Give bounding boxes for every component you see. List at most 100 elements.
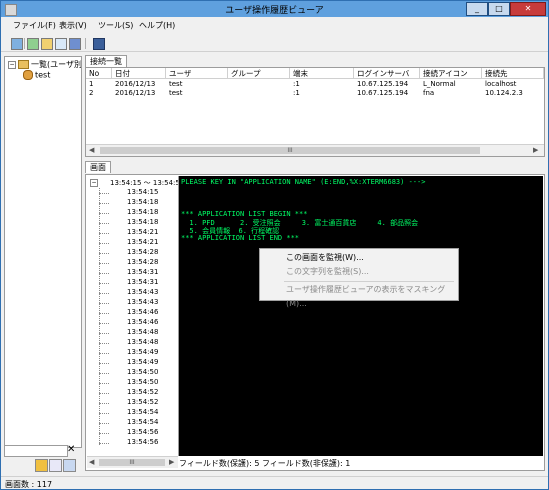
settings-icon[interactable] [69, 38, 81, 50]
time-item[interactable]: 13:54:18 [127, 208, 158, 216]
time-item[interactable]: 13:54:50 [127, 368, 158, 376]
cell-terminal: :1 [293, 89, 300, 97]
maximize-button[interactable]: □ [488, 2, 510, 16]
clear-search-icon[interactable]: ✕ [67, 444, 75, 455]
time-tree-root[interactable]: − 13:54:15 ～ 13:54:56 [90, 178, 179, 188]
tree-connector [99, 243, 109, 244]
minimize-button[interactable]: _ [466, 2, 488, 16]
terminal-line: *** APPLICATION LIST BEGIN *** [181, 210, 308, 218]
column-header-destination[interactable]: 接続先 [482, 68, 544, 79]
close-button[interactable]: ✕ [510, 2, 546, 16]
context-menu-watch-screen[interactable]: この画面を監視(W)... [260, 251, 458, 265]
cell-no: 1 [89, 80, 94, 88]
scroll-thumb[interactable]: III [100, 147, 480, 154]
cell-user: test [169, 80, 183, 88]
time-item[interactable]: 13:54:48 [127, 328, 158, 336]
time-item[interactable]: 13:54:48 [127, 338, 158, 346]
export-icon[interactable] [27, 38, 39, 50]
time-item[interactable]: 13:54:21 [127, 228, 158, 236]
folder-icon [18, 60, 29, 69]
tree-connector [99, 273, 109, 274]
toolbar-separator [24, 38, 25, 49]
terminal-line: *** APPLICATION LIST END *** [181, 234, 300, 242]
time-item[interactable]: 13:54:46 [127, 318, 158, 326]
list-view-icon[interactable] [49, 459, 62, 472]
time-item[interactable]: 13:54:52 [127, 388, 158, 396]
tree-connector [99, 423, 109, 424]
tree-connector [99, 443, 109, 444]
column-header-login-server[interactable]: ログインサーバ [354, 68, 420, 79]
time-item[interactable]: 13:54:52 [127, 398, 158, 406]
cell-group [228, 89, 290, 98]
user-view-icon[interactable] [35, 459, 48, 472]
tree-connector [99, 293, 109, 294]
time-item[interactable]: 13:54:50 [127, 378, 158, 386]
table-row[interactable]: 1 2016/12/13 test :1 10.67.125.194 L_Nor… [86, 80, 544, 89]
time-item[interactable]: 13:54:31 [127, 278, 158, 286]
scroll-thumb[interactable]: III [99, 459, 165, 466]
user-search-input[interactable] [4, 445, 68, 457]
menu-tools[interactable]: ツール(S) [98, 20, 133, 31]
menu-file[interactable]: ファイル(F) [13, 20, 56, 31]
time-item[interactable]: 13:54:28 [127, 258, 158, 266]
column-header-connection-icon[interactable]: 接続アイコン [420, 68, 482, 79]
tree-root[interactable]: − 一覧(ユーザ別) [8, 59, 82, 70]
time-range-label: 13:54:15 ～ 13:54:56 [110, 179, 179, 187]
tree-user-label: test [35, 70, 51, 80]
tree-connector [99, 188, 101, 445]
tree-connector [99, 233, 109, 234]
context-menu-watch-string[interactable]: この文字列を監視(S)... [260, 265, 458, 279]
time-item[interactable]: 13:54:28 [127, 248, 158, 256]
refresh-icon[interactable] [11, 38, 23, 50]
column-header-group[interactable]: グループ [228, 68, 290, 79]
time-item[interactable]: 13:54:49 [127, 358, 158, 366]
terminal-screen[interactable]: PLEASE KEY IN "APPLICATION NAME" (E:END,… [179, 176, 543, 456]
tree-connector [99, 283, 109, 284]
time-item[interactable]: 13:54:43 [127, 298, 158, 306]
time-item[interactable]: 13:54:49 [127, 348, 158, 356]
connection-hscrollbar[interactable]: ◀ III ▶ [86, 144, 544, 156]
field-count-status: フィールド数(保護): 5 フィールド数(非保護): 1 [179, 459, 351, 468]
time-item[interactable]: 13:54:21 [127, 238, 158, 246]
context-menu-separator [284, 281, 454, 282]
scroll-right-icon[interactable]: ▶ [533, 146, 538, 154]
tree-connector [99, 333, 109, 334]
column-header-terminal[interactable]: 端末 [290, 68, 354, 79]
time-item[interactable]: 13:54:18 [127, 198, 158, 206]
time-item[interactable]: 13:54:43 [127, 288, 158, 296]
column-header-no[interactable]: No [86, 68, 112, 79]
time-item[interactable]: 13:54:54 [127, 418, 158, 426]
time-item[interactable]: 13:54:15 [127, 188, 158, 196]
tab-connection-list[interactable]: 接続一覧 [85, 55, 127, 67]
cell-date: 2016/12/13 [115, 80, 156, 88]
window-icon[interactable] [55, 38, 67, 50]
tree-root-label: 一覧(ユーザ別) [31, 60, 82, 69]
collapse-icon[interactable]: − [8, 60, 16, 69]
context-menu-masking[interactable]: ユーザ操作履歴ビューアの表示をマスキング(M)... [260, 283, 458, 308]
group-view-icon[interactable] [63, 459, 76, 472]
time-item[interactable]: 13:54:18 [127, 218, 158, 226]
table-row[interactable]: 2 2016/12/13 test :1 10.67.125.194 fna 1… [86, 89, 544, 98]
collapse-icon[interactable]: − [90, 179, 98, 187]
column-header-user[interactable]: ユーザ [166, 68, 228, 79]
menu-view[interactable]: 表示(V) [59, 20, 87, 31]
time-tree-hscrollbar[interactable]: ◀ III ▶ [87, 456, 178, 468]
import-icon[interactable] [41, 38, 53, 50]
tree-connector [99, 353, 109, 354]
scroll-left-icon[interactable]: ◀ [89, 146, 94, 154]
time-tree: − 13:54:15 ～ 13:54:56 13:54:15 13:54:18 13:… [87, 176, 179, 456]
menu-help[interactable]: ヘルプ(H) [139, 20, 175, 31]
time-item[interactable]: 13:54:31 [127, 268, 158, 276]
time-item[interactable]: 13:54:46 [127, 308, 158, 316]
time-item[interactable]: 13:54:54 [127, 408, 158, 416]
tree-connector [99, 383, 109, 384]
column-header-date[interactable]: 日付 [112, 68, 166, 79]
scroll-left-icon[interactable]: ◀ [89, 458, 94, 466]
scroll-right-icon[interactable]: ▶ [169, 458, 174, 466]
tree-user-test[interactable]: test [23, 70, 50, 80]
cell-destination: 10.124.2.3 [485, 89, 523, 97]
time-item[interactable]: 13:54:56 [127, 428, 158, 436]
time-item[interactable]: 13:54:56 [127, 438, 158, 446]
tab-screen[interactable]: 画面 [85, 161, 111, 173]
binoculars-icon[interactable] [93, 38, 105, 50]
